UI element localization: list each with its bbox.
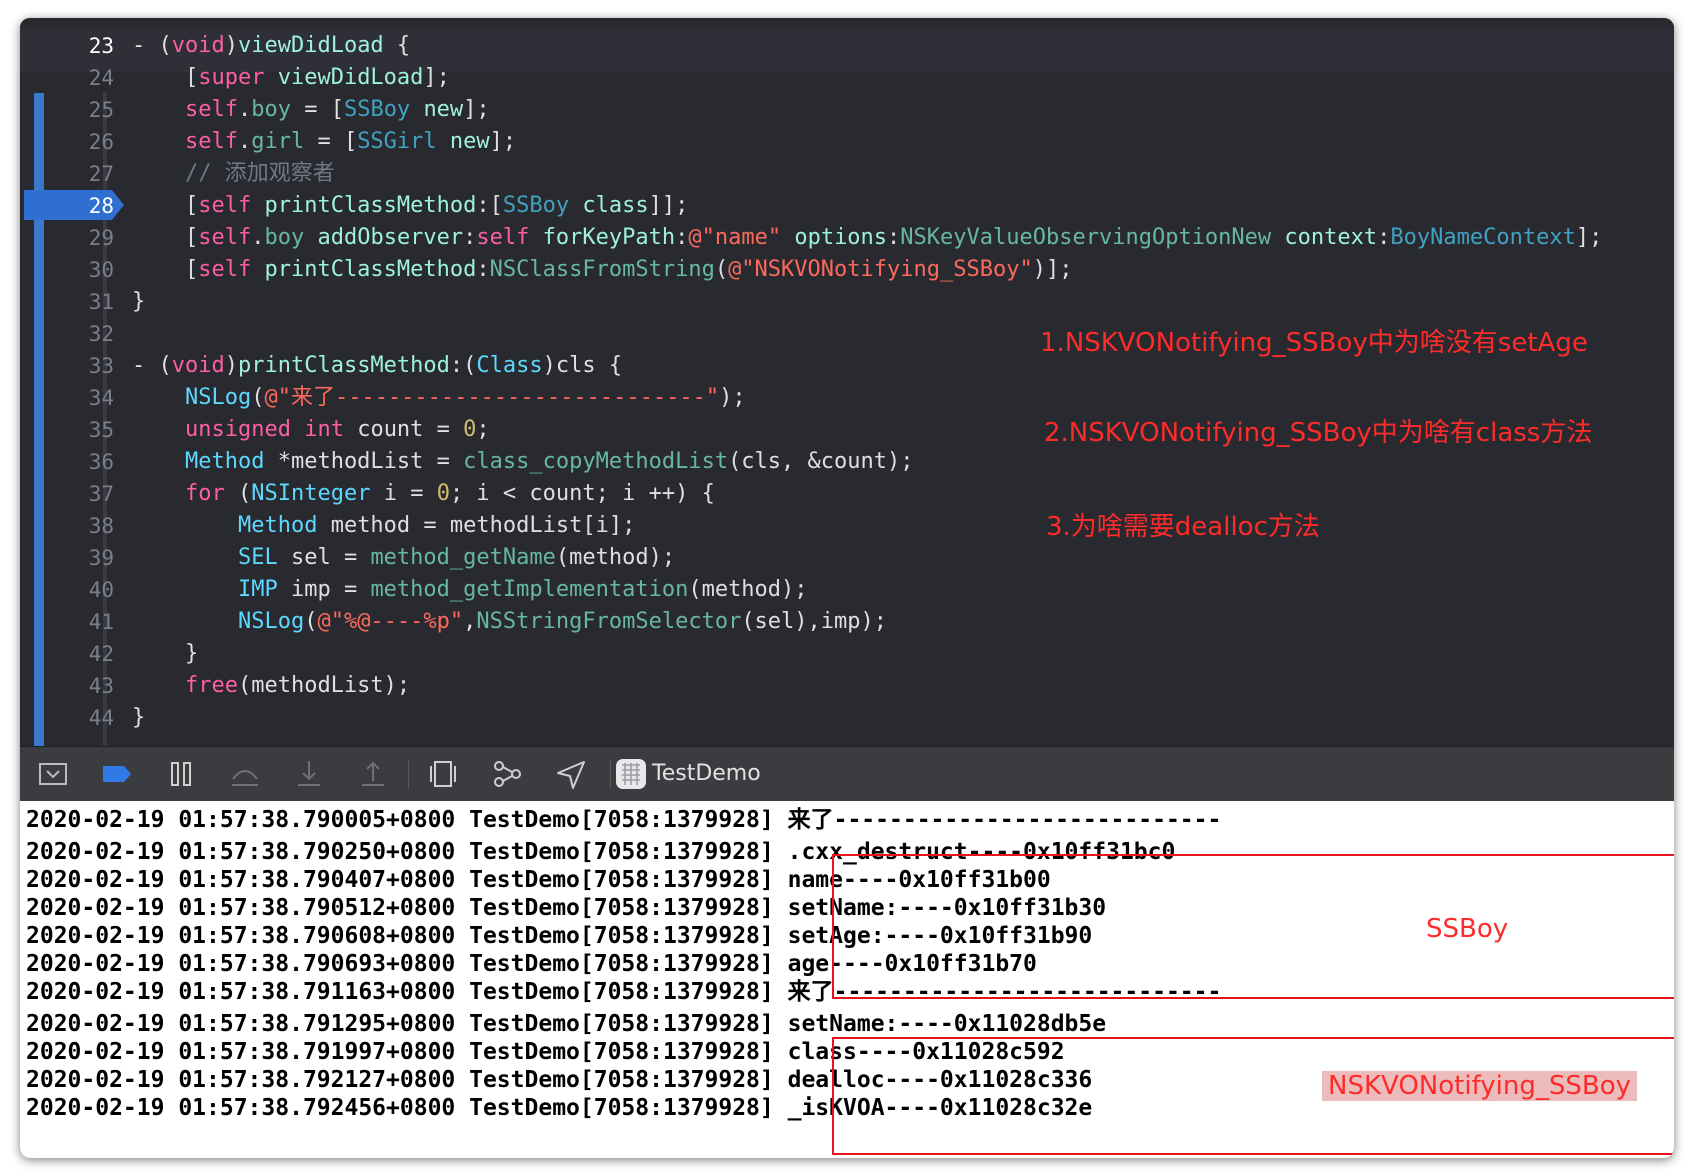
code-line[interactable]: } xyxy=(132,286,1602,318)
code-line[interactable]: SEL sel = method_getName(method); xyxy=(132,542,1602,574)
log-prefix: 2020-02-19 01:57:38.790512+0800 TestDemo… xyxy=(26,895,788,921)
code-line[interactable]: Method *methodList = class_copyMethodLis… xyxy=(132,446,1602,478)
code-line[interactable]: IMP imp = method_getImplementation(metho… xyxy=(132,574,1602,606)
code-line[interactable]: [self printClassMethod:NSClassFromString… xyxy=(132,254,1602,286)
log-prefix: 2020-02-19 01:57:38.791997+0800 TestDemo… xyxy=(26,1039,788,1065)
log-prefix: 2020-02-19 01:57:38.791295+0800 TestDemo… xyxy=(26,1011,788,1037)
toolbar-separator xyxy=(610,759,611,789)
line-number: 30 xyxy=(88,258,114,282)
line-number: 31 xyxy=(88,290,114,314)
step-over-icon[interactable] xyxy=(228,757,262,791)
kvo-class-label: NSKVONotifying_SSBoy xyxy=(1322,1071,1637,1101)
log-prefix: 2020-02-19 01:57:38.791163+0800 TestDemo… xyxy=(26,979,788,1005)
toolbar-separator xyxy=(408,759,409,789)
code-line[interactable]: self.boy = [SSBoy new]; xyxy=(132,94,1602,126)
line-number: 37 xyxy=(88,482,114,506)
line-number: 41 xyxy=(88,610,114,634)
debug-toolbar: TestDemo xyxy=(20,746,1674,802)
line-number-current: 28 xyxy=(88,194,114,218)
log-message: 来了---------------------------- xyxy=(787,807,1222,833)
code-line[interactable]: } xyxy=(132,638,1602,670)
code-editor[interactable]: 23 24 25 26 27 28 29 30 31 32 33 34 35 3… xyxy=(20,18,1674,746)
log-prefix: 2020-02-19 01:57:38.790005+0800 TestDemo… xyxy=(26,807,788,833)
code-line[interactable]: } xyxy=(132,702,1602,734)
line-number: 42 xyxy=(88,642,114,666)
console-log-line: 2020-02-19 01:57:38.790005+0800 TestDemo… xyxy=(26,806,1221,834)
log-prefix: 2020-02-19 01:57:38.790608+0800 TestDemo… xyxy=(26,923,788,949)
log-prefix: 2020-02-19 01:57:38.792127+0800 TestDemo… xyxy=(26,1067,788,1093)
line-number: 29 xyxy=(88,226,114,250)
code-line[interactable]: self.girl = [SSGirl new]; xyxy=(132,126,1602,158)
code-line[interactable]: Method method = methodList[i]; xyxy=(132,510,1602,542)
source-code[interactable]: - (void)viewDidLoad { [super viewDidLoad… xyxy=(132,30,1602,734)
line-number: 27 xyxy=(88,162,114,186)
log-prefix: 2020-02-19 01:57:38.792456+0800 TestDemo… xyxy=(26,1095,788,1121)
ssboy-label: SSBoy xyxy=(1426,914,1509,944)
memory-graph-icon[interactable] xyxy=(490,757,524,791)
code-line[interactable]: [self.boy addObserver:self forKeyPath:@"… xyxy=(132,222,1602,254)
code-line[interactable]: NSLog(@"来了----------------------------")… xyxy=(132,382,1602,414)
line-number: 43 xyxy=(88,674,114,698)
line-number: 40 xyxy=(88,578,114,602)
line-number: 39 xyxy=(88,546,114,570)
code-line[interactable]: NSLog(@"%@----%p",NSStringFromSelector(s… xyxy=(132,606,1602,638)
line-number: 32 xyxy=(88,322,114,346)
log-prefix: 2020-02-19 01:57:38.790693+0800 TestDemo… xyxy=(26,951,788,977)
line-number: 34 xyxy=(88,386,114,410)
line-number: 35 xyxy=(88,418,114,442)
log-message: setName:----0x11028db5e xyxy=(787,1011,1107,1037)
line-number: 23 xyxy=(88,34,114,58)
hide-console-icon[interactable] xyxy=(36,757,70,791)
console-log-line: 2020-02-19 01:57:38.791295+0800 TestDemo… xyxy=(26,1010,1106,1038)
code-line[interactable]: // 添加观察者 xyxy=(132,158,1602,190)
log-prefix: 2020-02-19 01:57:38.790407+0800 TestDemo… xyxy=(26,867,788,893)
line-number-gutter: 23 24 25 26 27 28 29 30 31 32 33 34 35 3… xyxy=(44,30,116,734)
line-number: 44 xyxy=(88,706,114,730)
code-line[interactable]: [super viewDidLoad]; xyxy=(132,62,1602,94)
step-into-icon[interactable] xyxy=(292,757,326,791)
pause-icon[interactable] xyxy=(164,757,198,791)
debug-console[interactable]: 2020-02-19 01:57:38.790005+0800 TestDemo… xyxy=(20,801,1674,1158)
step-out-icon[interactable] xyxy=(356,757,390,791)
line-number: 24 xyxy=(88,66,114,90)
line-number: 36 xyxy=(88,450,114,474)
xcode-window: 23 24 25 26 27 28 29 30 31 32 33 34 35 3… xyxy=(20,18,1674,1158)
line-number: 26 xyxy=(88,130,114,154)
app-icon[interactable] xyxy=(614,757,648,791)
location-icon[interactable] xyxy=(554,757,588,791)
annotation-question-2: 2.NSKVONotifying_SSBoy中为啥有class方法 xyxy=(1044,418,1593,448)
code-line[interactable]: - (void)viewDidLoad { xyxy=(132,30,1602,62)
annotation-question-1: 1.NSKVONotifying_SSBoy中为啥没有setAge xyxy=(1040,328,1588,358)
ssboy-methods-box xyxy=(832,854,1674,999)
view-hierarchy-icon[interactable] xyxy=(426,757,460,791)
code-line[interactable]: [self printClassMethod:[SSBoy class]]; xyxy=(132,190,1602,222)
log-prefix: 2020-02-19 01:57:38.790250+0800 TestDemo… xyxy=(26,839,788,865)
line-number: 25 xyxy=(88,98,114,122)
code-line[interactable]: free(methodList); xyxy=(132,670,1602,702)
annotation-question-3: 3.为啥需要dealloc方法 xyxy=(1046,512,1320,542)
line-number: 33 xyxy=(88,354,114,378)
code-line[interactable]: for (NSInteger i = 0; i < count; i ++) { xyxy=(132,478,1602,510)
line-number: 38 xyxy=(88,514,114,538)
target-app-name[interactable]: TestDemo xyxy=(652,759,761,789)
breakpoint-icon[interactable] xyxy=(100,757,134,791)
